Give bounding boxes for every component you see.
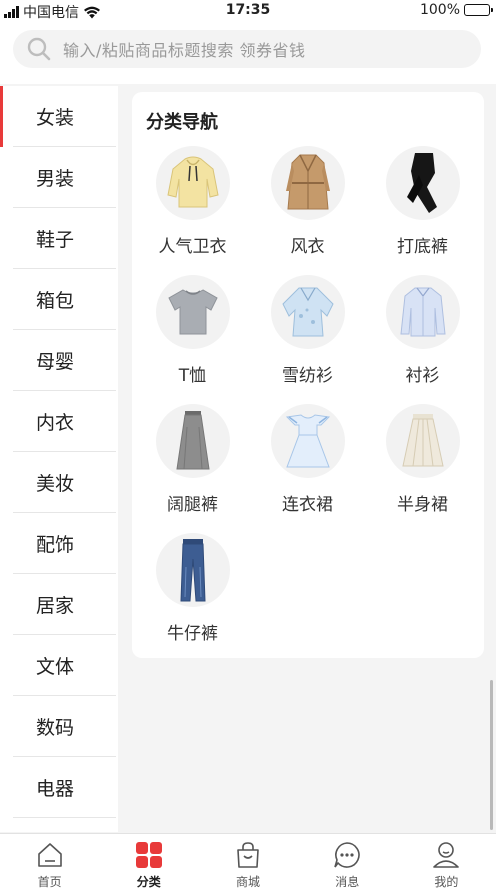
bottom-tab-bar: 首页 分类 商城 消息 我的	[0, 833, 496, 893]
shopping-bag-icon	[237, 842, 259, 868]
category-leggings[interactable]: 打底裤	[365, 146, 480, 275]
tab-messages[interactable]: 消息	[298, 834, 397, 893]
tab-label: 商城	[236, 875, 261, 889]
category-chiffon-blouse[interactable]: 雪纺衫	[250, 275, 365, 404]
category-label: 风衣	[290, 237, 325, 257]
category-trench-coat[interactable]: 风衣	[250, 146, 365, 275]
sidebar-item-bags[interactable]: 箱包	[13, 269, 116, 330]
sidebar-item-home[interactable]: 居家	[13, 574, 116, 635]
category-sidebar: 女装 男装 鞋子 箱包 母婴 内衣 美妆 配饰 居家 文体 数码 电器	[0, 86, 118, 832]
sidebar-item-label: 文体	[36, 655, 75, 678]
sidebar-item-label: 鞋子	[36, 228, 75, 251]
sidebar-item-label: 女装	[36, 106, 75, 129]
sidebar-item-label: 数码	[36, 716, 75, 739]
panel-title: 分类导航	[146, 112, 218, 133]
tab-label: 首页	[37, 875, 62, 889]
sidebar-item-shoes[interactable]: 鞋子	[13, 208, 116, 269]
sidebar-item-sports[interactable]: 文体	[13, 635, 116, 696]
tab-home[interactable]: 首页	[0, 834, 99, 893]
category-label: 牛仔裤	[167, 624, 218, 644]
category-dress[interactable]: 连衣裙	[250, 404, 365, 533]
status-right: 100%	[419, 2, 493, 18]
trench-coat-icon	[270, 146, 345, 220]
leggings-icon	[385, 146, 460, 220]
tab-label: 分类	[136, 875, 161, 889]
category-label: 人气卫衣	[158, 237, 227, 257]
message-icon	[334, 842, 360, 868]
category-label: 半身裙	[397, 495, 448, 515]
sidebar-item-label: 母婴	[36, 350, 75, 373]
wide-leg-pants-icon	[155, 404, 230, 478]
profile-icon	[433, 842, 460, 868]
hoodie-icon	[155, 146, 230, 220]
category-label: 连衣裙	[282, 495, 333, 515]
sidebar-item-label: 男装	[36, 167, 75, 190]
category-panel: 分类导航 人气卫衣 风衣 打底裤 T恤 雪纺衫 衬衫 阔腿裤 连衣裙 半身裙 牛…	[132, 92, 484, 658]
tab-mall[interactable]: 商城	[198, 834, 297, 893]
category-label: 衬衫	[405, 366, 440, 386]
chiffon-blouse-icon	[270, 275, 345, 349]
sidebar-item-label: 配饰	[36, 533, 75, 556]
dress-icon	[270, 404, 345, 478]
category-hoodie[interactable]: 人气卫衣	[135, 146, 250, 275]
sidebar-item-baby[interactable]: 母婴	[13, 330, 116, 391]
category-wide-leg-pants[interactable]: 阔腿裤	[135, 404, 250, 533]
sidebar-item-label: 居家	[36, 594, 75, 617]
category-shirt[interactable]: 衬衫	[365, 275, 480, 404]
category-tshirt[interactable]: T恤	[135, 275, 250, 404]
category-grid: 人气卫衣 风衣 打底裤 T恤 雪纺衫 衬衫 阔腿裤 连衣裙 半身裙 牛仔裤	[132, 146, 484, 662]
jeans-icon	[155, 533, 230, 607]
category-label: 打底裤	[397, 237, 448, 257]
battery-icon	[464, 4, 493, 16]
tab-label: 消息	[335, 875, 360, 889]
search-icon	[27, 37, 51, 61]
category-icon	[135, 842, 162, 868]
sidebar-item-women[interactable]: 女装	[0, 86, 116, 147]
sidebar-item-label: 美妆	[36, 472, 75, 495]
skirt-icon	[385, 404, 460, 478]
category-label: 阔腿裤	[167, 495, 218, 515]
sidebar-item-men[interactable]: 男装	[13, 147, 116, 208]
category-label: T恤	[178, 366, 207, 386]
sidebar-item-label: 箱包	[36, 289, 75, 312]
shirt-icon	[385, 275, 460, 349]
search-placeholder: 输入/粘贴商品标题搜索 领券省钱	[63, 41, 306, 60]
sidebar-item-appliances[interactable]: 电器	[13, 757, 116, 818]
status-bar: 中国电信 17:35 100%	[0, 0, 496, 22]
tab-profile[interactable]: 我的	[397, 834, 496, 893]
tshirt-icon	[155, 275, 230, 349]
sidebar-item-accessories[interactable]: 配饰	[13, 513, 116, 574]
category-jeans[interactable]: 牛仔裤	[135, 533, 250, 662]
sidebar-item-label: 电器	[36, 777, 75, 800]
home-icon	[37, 843, 62, 867]
search-input[interactable]: 输入/粘贴商品标题搜索 领券省钱	[13, 30, 481, 68]
category-label: 雪纺衫	[282, 366, 333, 386]
search-bar: 输入/粘贴商品标题搜索 领券省钱	[0, 22, 496, 84]
sidebar-item-label: 内衣	[36, 411, 75, 434]
scrollbar[interactable]	[490, 680, 493, 830]
category-skirt[interactable]: 半身裙	[365, 404, 480, 533]
sidebar-item-digital[interactable]: 数码	[13, 696, 116, 757]
tab-label: 我的	[434, 875, 459, 889]
tab-category[interactable]: 分类	[99, 834, 198, 893]
sidebar-item-underwear[interactable]: 内衣	[13, 391, 116, 452]
battery-percent: 100%	[419, 2, 460, 18]
sidebar-item-beauty[interactable]: 美妆	[13, 452, 116, 513]
